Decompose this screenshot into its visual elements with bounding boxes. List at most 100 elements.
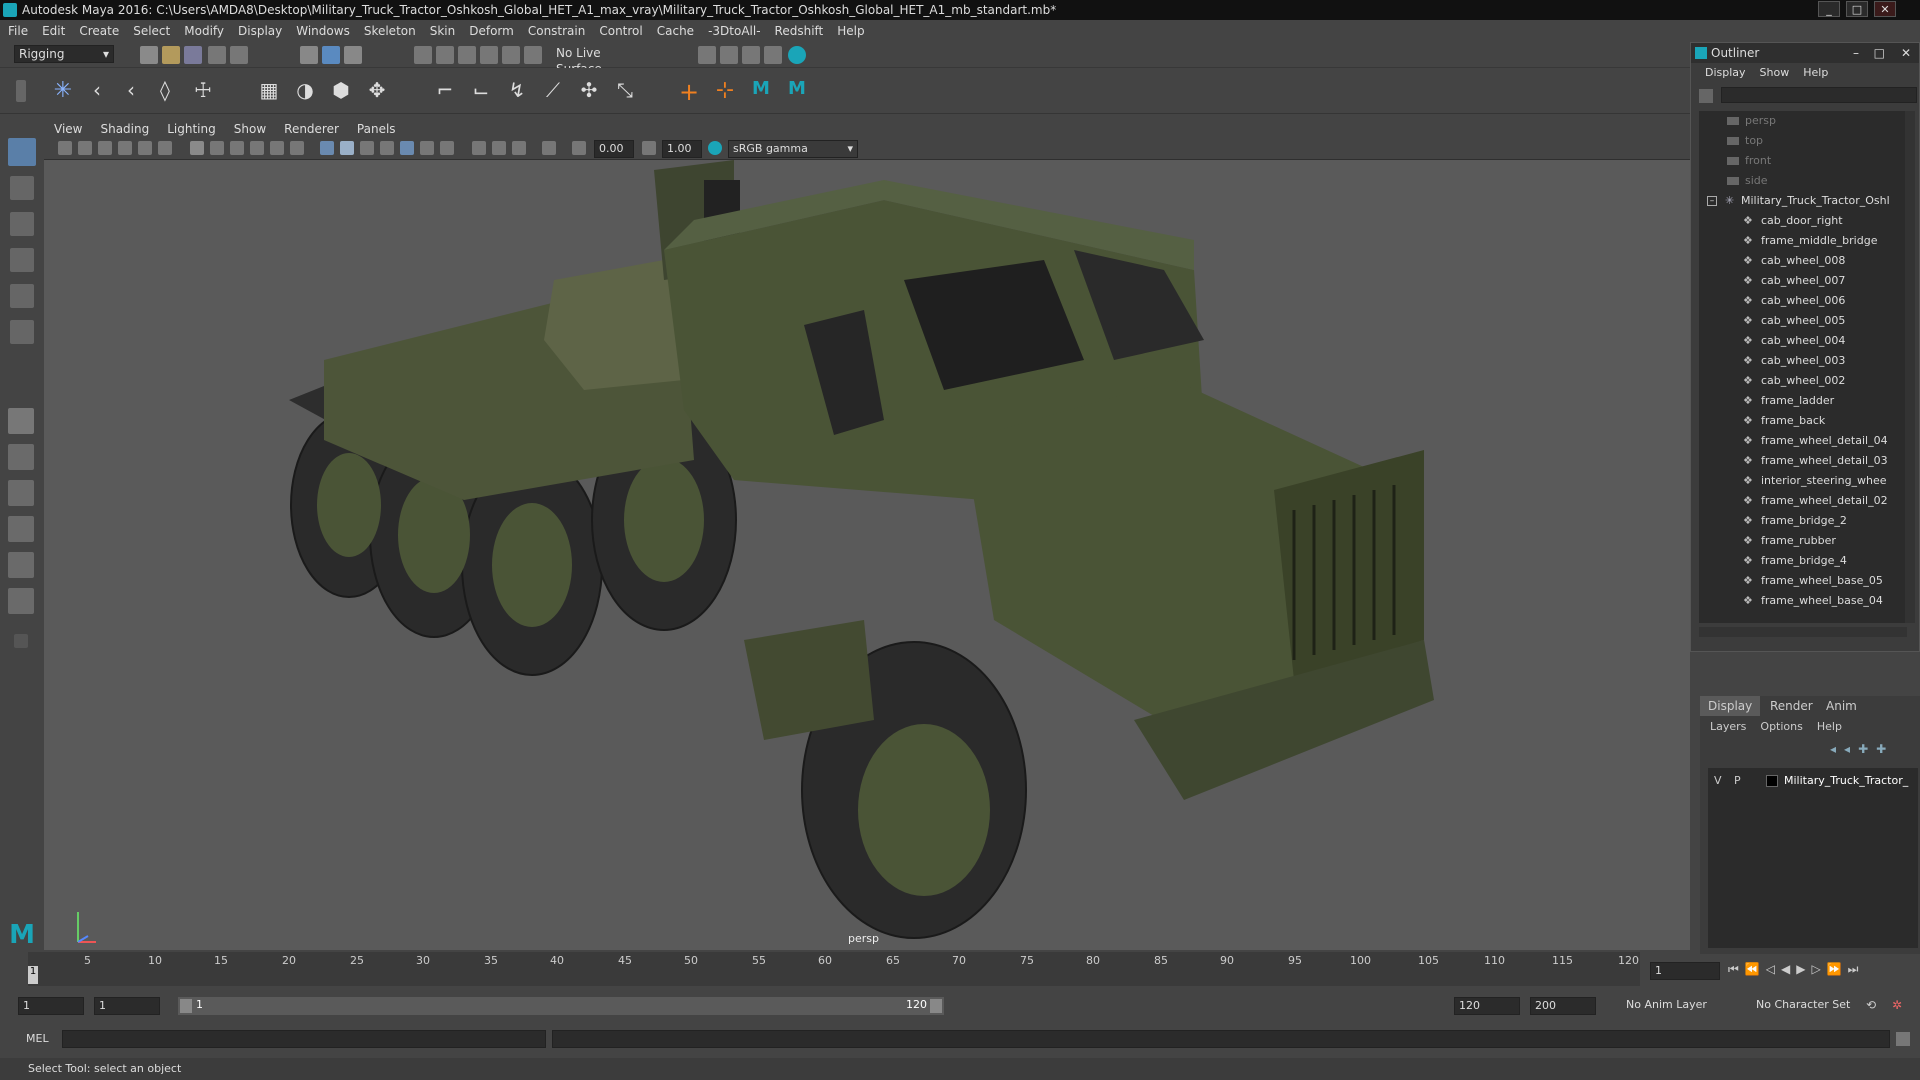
film-gate-icon[interactable] xyxy=(210,141,224,155)
step-forward-frame-icon[interactable]: ▷ xyxy=(1811,962,1820,980)
hypershade-persp-icon[interactable] xyxy=(8,552,34,578)
blend-shape-icon[interactable]: ⤡ xyxy=(612,78,638,104)
step-forward-key-icon[interactable]: ⏩ xyxy=(1827,962,1842,980)
go-to-end-icon[interactable]: ⏭ xyxy=(1848,962,1859,980)
render-view-icon[interactable] xyxy=(788,46,806,64)
move-layer-down-icon[interactable]: ◂ xyxy=(1844,742,1850,756)
outliner-item-root[interactable]: – ✳ Military_Truck_Tractor_Oshl xyxy=(1699,191,1907,211)
viewport-persp[interactable]: persp xyxy=(44,160,1690,950)
character-set-dropdown[interactable]: No Character Set xyxy=(1752,997,1862,1015)
outliner-item-child[interactable]: ❖ frame_middle_bridge xyxy=(1699,231,1907,251)
scale-tool-icon[interactable] xyxy=(10,320,34,344)
close-icon[interactable]: ✕ xyxy=(1901,43,1911,63)
cluster-icon[interactable]: ◑ xyxy=(292,78,318,104)
twod-pan-icon[interactable] xyxy=(138,141,152,155)
ao-icon[interactable] xyxy=(440,141,454,155)
layer-row[interactable]: V P Military_Truck_Tractor_ xyxy=(1708,772,1918,790)
layer-menu-options[interactable]: Options xyxy=(1760,720,1802,733)
constraint-icon[interactable]: ⊹ xyxy=(712,78,738,104)
menu-edit[interactable]: Edit xyxy=(42,24,65,38)
hud-icon[interactable] xyxy=(542,141,556,155)
use-all-lights-icon[interactable] xyxy=(400,141,414,155)
outliner-menu-display[interactable]: Display xyxy=(1705,66,1746,79)
camera-attr-icon[interactable] xyxy=(78,141,92,155)
close-icon[interactable]: ✕ xyxy=(1874,1,1896,17)
move-tool-icon[interactable] xyxy=(10,248,34,272)
smooth-shade-icon[interactable] xyxy=(340,141,354,155)
image-plane-icon[interactable] xyxy=(118,141,132,155)
layout-icon[interactable] xyxy=(8,588,34,614)
open-scene-icon[interactable] xyxy=(162,46,180,64)
menu-deform[interactable]: Deform xyxy=(469,24,514,38)
layer-menu-help[interactable]: Help xyxy=(1817,720,1842,733)
wireframe-icon[interactable] xyxy=(320,141,334,155)
truck-model[interactable] xyxy=(44,160,1690,950)
graph-persp-icon[interactable] xyxy=(8,516,34,542)
outliner-item-child[interactable]: ❖ frame_ladder xyxy=(1699,391,1907,411)
layer-playback-toggle[interactable]: P xyxy=(1734,772,1741,790)
outliner-item-child[interactable]: ❖ frame_wheel_base_05 xyxy=(1699,571,1907,591)
animation-prefs-icon[interactable]: ✲ xyxy=(1892,998,1908,1014)
xray-icon[interactable] xyxy=(472,141,486,155)
mel-input[interactable] xyxy=(62,1030,546,1048)
new-scene-icon[interactable] xyxy=(140,46,158,64)
panel-menu-lighting[interactable]: Lighting xyxy=(167,122,216,136)
play-forward-icon[interactable]: ▶ xyxy=(1796,962,1805,980)
tab-anim[interactable]: Anim xyxy=(1818,696,1865,716)
outliner-item-front[interactable]: front xyxy=(1699,151,1907,171)
snap-magnet-icon[interactable] xyxy=(524,46,542,64)
four-view-icon[interactable] xyxy=(8,444,34,470)
outliner-persp-icon[interactable] xyxy=(8,480,34,506)
outliner-item-child[interactable]: ❖ cab_wheel_003 xyxy=(1699,351,1907,371)
redo-icon[interactable] xyxy=(230,46,248,64)
hik-icon[interactable]: M xyxy=(748,78,774,104)
menu-display[interactable]: Display xyxy=(238,24,282,38)
colorspace-dropdown[interactable]: sRGB gamma ▾ xyxy=(728,140,858,158)
panel-menu-show[interactable]: Show xyxy=(234,122,266,136)
layer-menu-layers[interactable]: Layers xyxy=(1710,720,1746,733)
exposure-field[interactable]: 0.00 xyxy=(594,140,634,158)
script-editor-icon[interactable] xyxy=(1896,1032,1910,1046)
minimize-icon[interactable]: _ xyxy=(1818,1,1840,17)
smooth-bind-icon[interactable]: ⌙ xyxy=(468,78,494,104)
range-start-field[interactable]: 1 xyxy=(94,997,160,1015)
end-time-field[interactable]: 200 xyxy=(1530,997,1596,1015)
snap-view-icon[interactable] xyxy=(480,46,498,64)
outliner-item-child[interactable]: ❖ frame_wheel_base_04 xyxy=(1699,591,1907,611)
outliner-item-child[interactable]: ❖ frame_wheel_detail_04 xyxy=(1699,431,1907,451)
collapse-icon[interactable] xyxy=(14,634,28,648)
hypershade-icon[interactable] xyxy=(764,46,782,64)
menu-skin[interactable]: Skin xyxy=(430,24,456,38)
outliner-item-child[interactable]: ❖ frame_bridge_4 xyxy=(1699,551,1907,571)
snap-surface-icon[interactable] xyxy=(502,46,520,64)
range-end-handle[interactable] xyxy=(930,999,942,1013)
maximize-icon[interactable]: □ xyxy=(1846,1,1868,17)
outliner-item-child[interactable]: ❖ interior_steering_whee xyxy=(1699,471,1907,491)
outliner-item-child[interactable]: ❖ cab_wheel_006 xyxy=(1699,291,1907,311)
tab-render[interactable]: Render xyxy=(1762,696,1821,716)
layer-color-swatch[interactable] xyxy=(1766,775,1778,787)
menu-windows[interactable]: Windows xyxy=(296,24,350,38)
range-slider[interactable]: 1 120 xyxy=(178,997,944,1015)
menu-file[interactable]: File xyxy=(8,24,28,38)
mode-dropdown[interactable]: Rigging ▾ xyxy=(14,45,114,63)
step-back-key-icon[interactable]: ⏪ xyxy=(1745,962,1760,980)
panel-menu-panels[interactable]: Panels xyxy=(357,122,396,136)
save-scene-icon[interactable] xyxy=(184,46,202,64)
paint-select-icon[interactable] xyxy=(10,212,34,236)
layer-visibility-toggle[interactable]: V xyxy=(1714,772,1722,790)
panel-menu-shading[interactable]: Shading xyxy=(100,122,149,136)
menu-skeleton[interactable]: Skeleton xyxy=(364,24,416,38)
single-view-icon[interactable] xyxy=(8,408,34,434)
field-chart-icon[interactable] xyxy=(270,141,284,155)
camera-select-icon[interactable] xyxy=(58,141,72,155)
outliner-menu-help[interactable]: Help xyxy=(1803,66,1828,79)
live-surface-field[interactable]: No Live Surface xyxy=(552,45,648,76)
textured-icon[interactable] xyxy=(380,141,394,155)
panel-menu-view[interactable]: View xyxy=(54,122,82,136)
maya-home-icon[interactable]: M xyxy=(6,920,38,950)
outliner-scrollbar[interactable] xyxy=(1905,111,1915,623)
go-to-start-icon[interactable]: ⏮ xyxy=(1728,962,1739,980)
outliner-hscrollbar[interactable] xyxy=(1699,627,1907,637)
sculpt-icon[interactable]: ✥ xyxy=(364,78,390,104)
